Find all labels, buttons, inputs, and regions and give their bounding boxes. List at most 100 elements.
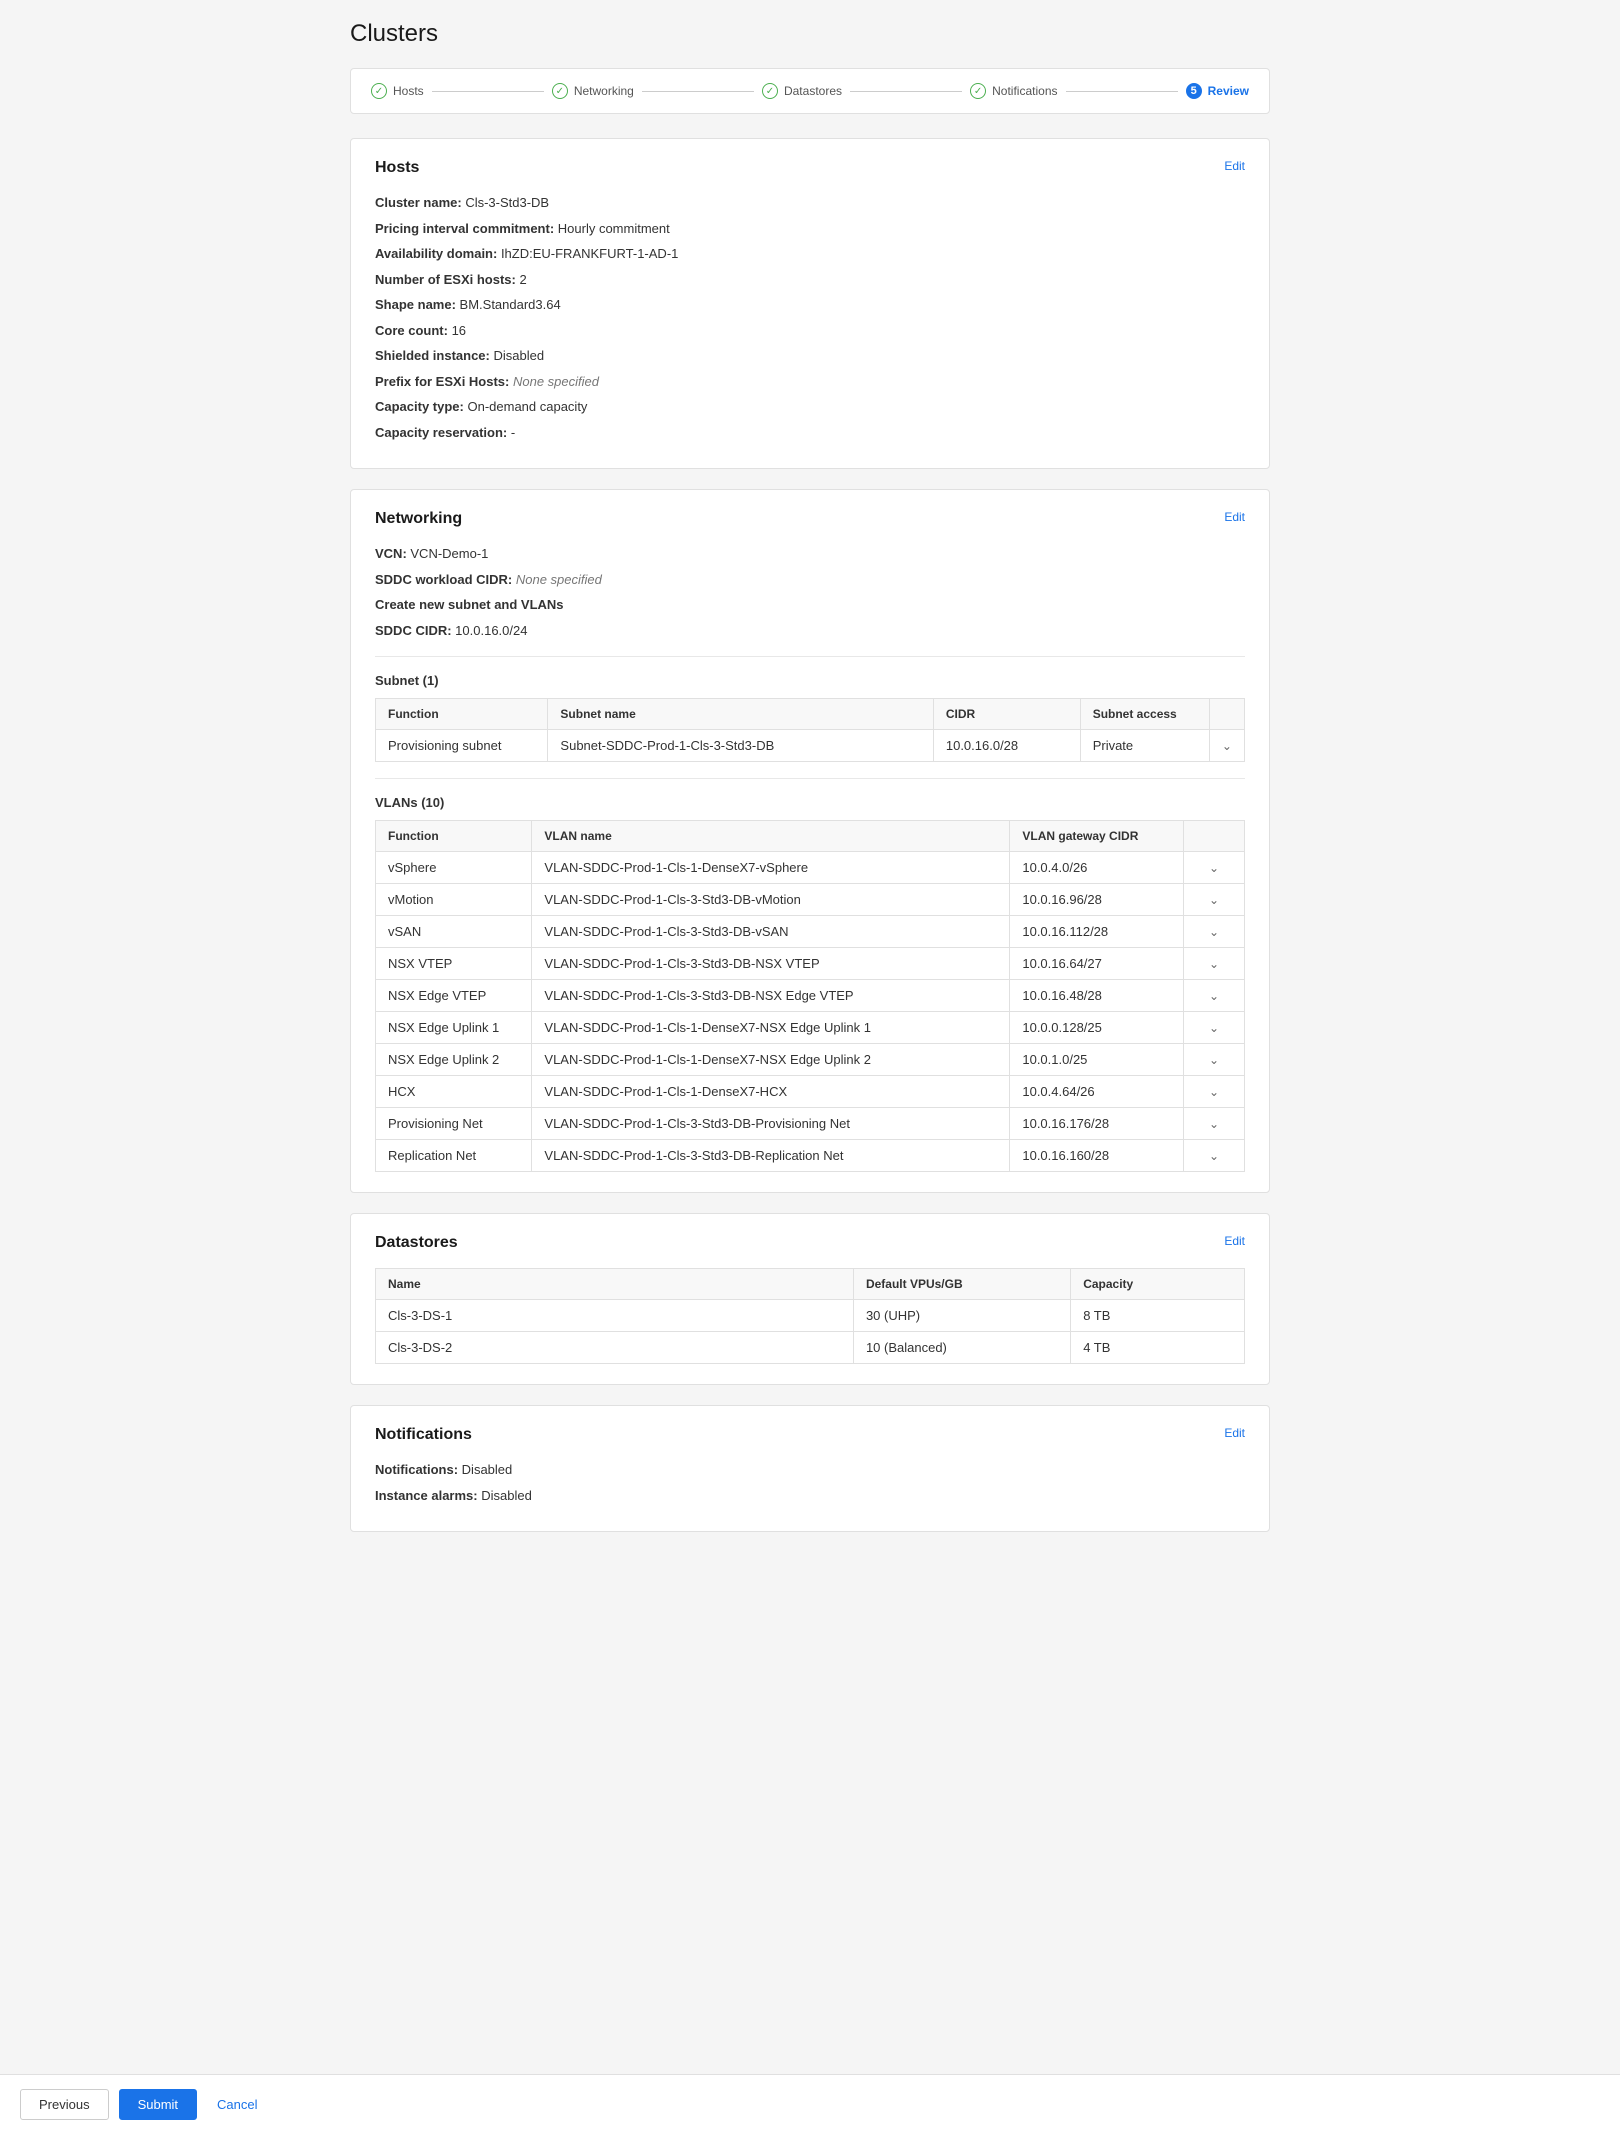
submit-button[interactable]: Submit bbox=[119, 2089, 197, 2120]
vlan-row-cidr-1: 10.0.16.96/28 bbox=[1010, 884, 1184, 916]
table-row: Replication Net VLAN-SDDC-Prod-1-Cls-3-S… bbox=[376, 1140, 1245, 1172]
vlan-row-expand-4[interactable]: ⌄ bbox=[1184, 980, 1245, 1012]
chevron-down-icon: ⌄ bbox=[1209, 957, 1219, 971]
notifications-detail-alarms: Instance alarms: Disabled bbox=[375, 1486, 1245, 1506]
chevron-down-icon: ⌄ bbox=[1209, 989, 1219, 1003]
vlan-row-name-9: VLAN-SDDC-Prod-1-Cls-3-Std3-DB-Replicati… bbox=[532, 1140, 1010, 1172]
ds-col-name: Name bbox=[376, 1269, 854, 1300]
vlan-row-function-0: vSphere bbox=[376, 852, 532, 884]
subnet-col-cidr: CIDR bbox=[933, 699, 1080, 730]
hosts-detail-availability: Availability domain: IhZD:EU-FRANKFURT-1… bbox=[375, 244, 1245, 264]
vlan-row-name-0: VLAN-SDDC-Prod-1-Cls-1-DenseX7-vSphere bbox=[532, 852, 1010, 884]
chevron-down-icon: ⌄ bbox=[1209, 1053, 1219, 1067]
vlan-row-function-6: NSX Edge Uplink 2 bbox=[376, 1044, 532, 1076]
subnet-row-access: Private bbox=[1080, 730, 1209, 762]
wizard-step-datastores[interactable]: ✓ Datastores bbox=[762, 83, 842, 99]
ds-row-vpus-0: 30 (UHP) bbox=[853, 1300, 1070, 1332]
vlan-col-name: VLAN name bbox=[532, 821, 1010, 852]
vlan-row-cidr-6: 10.0.1.0/25 bbox=[1010, 1044, 1184, 1076]
subnet-table-header-row: Function Subnet name CIDR Subnet access bbox=[376, 699, 1245, 730]
ds-row-capacity-1: 4 TB bbox=[1071, 1332, 1245, 1364]
subnet-row-function: Provisioning subnet bbox=[376, 730, 548, 762]
hosts-section-header: Hosts Edit bbox=[375, 159, 1245, 177]
vlan-col-function: Function bbox=[376, 821, 532, 852]
vlan-row-expand-1[interactable]: ⌄ bbox=[1184, 884, 1245, 916]
datastores-step-label: Datastores bbox=[784, 84, 842, 98]
wizard-step-hosts[interactable]: ✓ Hosts bbox=[371, 83, 424, 99]
vlan-row-name-8: VLAN-SDDC-Prod-1-Cls-3-Std3-DB-Provision… bbox=[532, 1108, 1010, 1140]
table-row: vSAN VLAN-SDDC-Prod-1-Cls-3-Std3-DB-vSAN… bbox=[376, 916, 1245, 948]
table-row: Provisioning Net VLAN-SDDC-Prod-1-Cls-3-… bbox=[376, 1108, 1245, 1140]
hosts-detail-core-count: Core count: 16 bbox=[375, 321, 1245, 341]
review-step-icon: 5 bbox=[1186, 83, 1202, 99]
table-row: NSX Edge VTEP VLAN-SDDC-Prod-1-Cls-3-Std… bbox=[376, 980, 1245, 1012]
vlan-table-header-row: Function VLAN name VLAN gateway CIDR bbox=[376, 821, 1245, 852]
vlan-col-cidr: VLAN gateway CIDR bbox=[1010, 821, 1184, 852]
vlan-row-name-2: VLAN-SDDC-Prod-1-Cls-3-Std3-DB-vSAN bbox=[532, 916, 1010, 948]
hosts-detail-capacity-reservation: Capacity reservation: - bbox=[375, 423, 1245, 443]
vlan-row-name-5: VLAN-SDDC-Prod-1-Cls-1-DenseX7-NSX Edge … bbox=[532, 1012, 1010, 1044]
networking-edit-link[interactable]: Edit bbox=[1224, 510, 1245, 524]
wizard-step-notifications[interactable]: ✓ Notifications bbox=[970, 83, 1057, 99]
table-row: HCX VLAN-SDDC-Prod-1-Cls-1-DenseX7-HCX 1… bbox=[376, 1076, 1245, 1108]
networking-detail-sddc-cidr: SDDC CIDR: 10.0.16.0/24 bbox=[375, 621, 1245, 641]
vlan-row-cidr-5: 10.0.0.128/25 bbox=[1010, 1012, 1184, 1044]
ds-col-vpus: Default VPUs/GB bbox=[853, 1269, 1070, 1300]
vlan-col-expand bbox=[1184, 821, 1245, 852]
networking-step-icon: ✓ bbox=[552, 83, 568, 99]
table-row: vSphere VLAN-SDDC-Prod-1-Cls-1-DenseX7-v… bbox=[376, 852, 1245, 884]
vlan-row-function-5: NSX Edge Uplink 1 bbox=[376, 1012, 532, 1044]
ds-col-capacity: Capacity bbox=[1071, 1269, 1245, 1300]
wizard-step-networking[interactable]: ✓ Networking bbox=[552, 83, 634, 99]
step-connector-3 bbox=[850, 91, 962, 92]
vlan-row-expand-3[interactable]: ⌄ bbox=[1184, 948, 1245, 980]
vlan-row-cidr-4: 10.0.16.48/28 bbox=[1010, 980, 1184, 1012]
review-step-label: Review bbox=[1208, 84, 1249, 98]
vlan-table-section: VLANs (10) Function VLAN name VLAN gatew… bbox=[375, 795, 1245, 1172]
table-row: NSX VTEP VLAN-SDDC-Prod-1-Cls-3-Std3-DB-… bbox=[376, 948, 1245, 980]
subnet-subtitle: Subnet (1) bbox=[375, 673, 1245, 688]
chevron-down-icon: ⌄ bbox=[1209, 1117, 1219, 1131]
table-row: NSX Edge Uplink 1 VLAN-SDDC-Prod-1-Cls-1… bbox=[376, 1012, 1245, 1044]
vlan-row-name-4: VLAN-SDDC-Prod-1-Cls-3-Std3-DB-NSX Edge … bbox=[532, 980, 1010, 1012]
subnet-row-cidr: 10.0.16.0/28 bbox=[933, 730, 1080, 762]
vlan-row-function-1: vMotion bbox=[376, 884, 532, 916]
hosts-step-label: Hosts bbox=[393, 84, 424, 98]
step-connector-2 bbox=[642, 91, 754, 92]
hosts-edit-link[interactable]: Edit bbox=[1224, 159, 1245, 173]
table-row: Cls-3-DS-1 30 (UHP) 8 TB bbox=[376, 1300, 1245, 1332]
datastores-section-title: Datastores bbox=[375, 1234, 458, 1252]
vlan-row-expand-9[interactable]: ⌄ bbox=[1184, 1140, 1245, 1172]
hosts-section-title: Hosts bbox=[375, 159, 419, 177]
wizard-step-review[interactable]: 5 Review bbox=[1186, 83, 1249, 99]
hosts-detail-pricing: Pricing interval commitment: Hourly comm… bbox=[375, 219, 1245, 239]
vlan-row-cidr-2: 10.0.16.112/28 bbox=[1010, 916, 1184, 948]
vlan-row-expand-7[interactable]: ⌄ bbox=[1184, 1076, 1245, 1108]
networking-section-header: Networking Edit bbox=[375, 510, 1245, 528]
ds-row-capacity-0: 8 TB bbox=[1071, 1300, 1245, 1332]
vlan-row-cidr-7: 10.0.4.64/26 bbox=[1010, 1076, 1184, 1108]
vlan-row-function-4: NSX Edge VTEP bbox=[376, 980, 532, 1012]
chevron-down-icon: ⌄ bbox=[1209, 925, 1219, 939]
vlan-row-expand-0[interactable]: ⌄ bbox=[1184, 852, 1245, 884]
notifications-step-label: Notifications bbox=[992, 84, 1057, 98]
vlan-row-name-3: VLAN-SDDC-Prod-1-Cls-3-Std3-DB-NSX VTEP bbox=[532, 948, 1010, 980]
chevron-down-icon: ⌄ bbox=[1209, 1021, 1219, 1035]
previous-button[interactable]: Previous bbox=[20, 2089, 109, 2120]
cancel-button[interactable]: Cancel bbox=[207, 2090, 267, 2119]
step-connector-1 bbox=[432, 91, 544, 92]
step-connector-4 bbox=[1066, 91, 1178, 92]
notifications-edit-link[interactable]: Edit bbox=[1224, 1426, 1245, 1440]
networking-section: Networking Edit VCN: VCN-Demo-1 SDDC wor… bbox=[350, 489, 1270, 1193]
vlan-row-expand-6[interactable]: ⌄ bbox=[1184, 1044, 1245, 1076]
chevron-down-icon: ⌄ bbox=[1209, 861, 1219, 875]
vlan-row-expand-5[interactable]: ⌄ bbox=[1184, 1012, 1245, 1044]
wizard-steps: ✓ Hosts ✓ Networking ✓ Datastores ✓ Noti… bbox=[350, 68, 1270, 114]
vlan-row-expand-8[interactable]: ⌄ bbox=[1184, 1108, 1245, 1140]
ds-row-vpus-1: 10 (Balanced) bbox=[853, 1332, 1070, 1364]
vlan-row-cidr-0: 10.0.4.0/26 bbox=[1010, 852, 1184, 884]
vlan-row-expand-2[interactable]: ⌄ bbox=[1184, 916, 1245, 948]
subnet-row-expand[interactable]: ⌄ bbox=[1209, 730, 1244, 762]
datastores-edit-link[interactable]: Edit bbox=[1224, 1234, 1245, 1248]
networking-divider-1 bbox=[375, 656, 1245, 657]
